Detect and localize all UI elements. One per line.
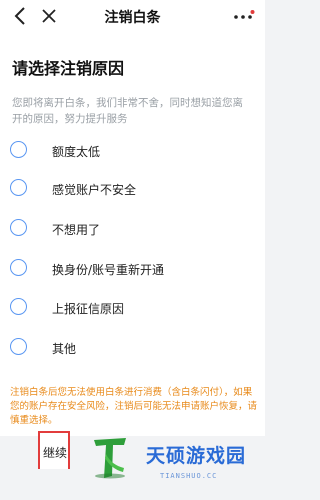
radio-button[interactable]: [10, 179, 27, 196]
option-label: 上报征信原因: [52, 302, 125, 316]
reason-option-credit-report[interactable]: 上报征信原因: [0, 293, 265, 323]
radio-button[interactable]: [10, 141, 27, 158]
option-label: 感觉账户不安全: [52, 183, 137, 197]
reason-option-not-wanted[interactable]: 不想用了: [0, 214, 265, 244]
continue-label: 继续: [43, 446, 68, 460]
option-label: 换身份/账号重新开通: [52, 263, 165, 277]
option-label: 额度太低: [52, 145, 101, 159]
reason-option-other[interactable]: 其他: [0, 333, 265, 363]
intro-text: 您即将离开白条，我们非常不舍，同时想知道您离开的原因，努力提升服务: [12, 97, 243, 125]
watermark-name: 天硕游戏园: [146, 445, 247, 467]
watermark-logo-icon: [94, 438, 126, 479]
section-heading: 请选择注销原因: [12, 59, 125, 78]
navigation-bar: 注销白条: [0, 0, 265, 36]
chevron-left-icon[interactable]: [12, 5, 30, 27]
option-label: 不想用了: [52, 223, 101, 237]
watermark-domain: TIANSHUO.CC: [160, 472, 218, 480]
radio-button[interactable]: [10, 259, 27, 276]
radio-button[interactable]: [10, 219, 27, 236]
option-label: 其他: [52, 342, 77, 356]
reason-option-insecure[interactable]: 感觉账户不安全: [0, 174, 265, 204]
warning-text: 注销白条后您无法使用白条进行消费（含白条闪付），如果您的账户存在安全风险，注销后…: [10, 387, 258, 426]
radio-button[interactable]: [10, 298, 27, 315]
reason-option-reopen[interactable]: 换身份/账号重新开通: [0, 254, 265, 284]
continue-button[interactable]: 继续: [38, 431, 70, 469]
more-dots-icon[interactable]: [231, 8, 255, 26]
radio-button[interactable]: [10, 338, 27, 355]
close-icon[interactable]: [40, 6, 58, 26]
reason-option-low-limit[interactable]: 额度太低: [0, 136, 265, 166]
